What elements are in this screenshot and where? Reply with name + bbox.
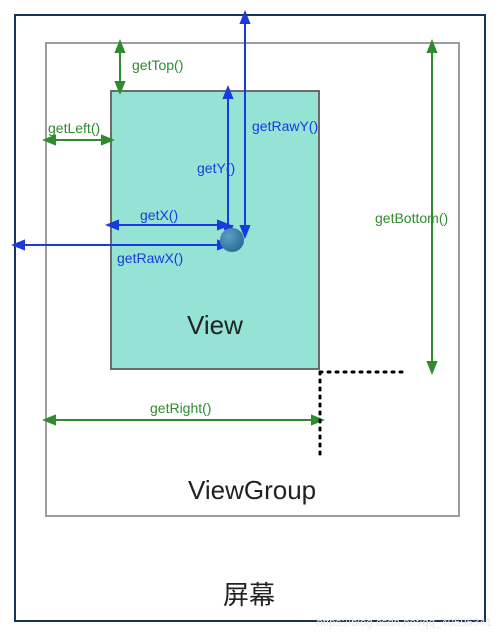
label-gety: getY() xyxy=(197,160,235,176)
label-viewgroup: ViewGroup xyxy=(188,475,316,506)
watermark: https://blog.csdn.net/qq_40595341 xyxy=(317,617,492,629)
label-gettop: getTop() xyxy=(132,57,183,73)
label-getrawy: getRawY() xyxy=(252,118,318,134)
label-getbottom: getBottom() xyxy=(375,210,448,226)
label-getright: getRight() xyxy=(150,400,211,416)
touch-point-icon xyxy=(220,228,244,252)
label-getx: getX() xyxy=(140,207,178,223)
label-getleft: getLeft() xyxy=(48,120,100,136)
label-screen: 屏幕 xyxy=(223,575,275,612)
label-view: View xyxy=(187,310,243,341)
label-getrawx: getRawX() xyxy=(117,250,183,266)
